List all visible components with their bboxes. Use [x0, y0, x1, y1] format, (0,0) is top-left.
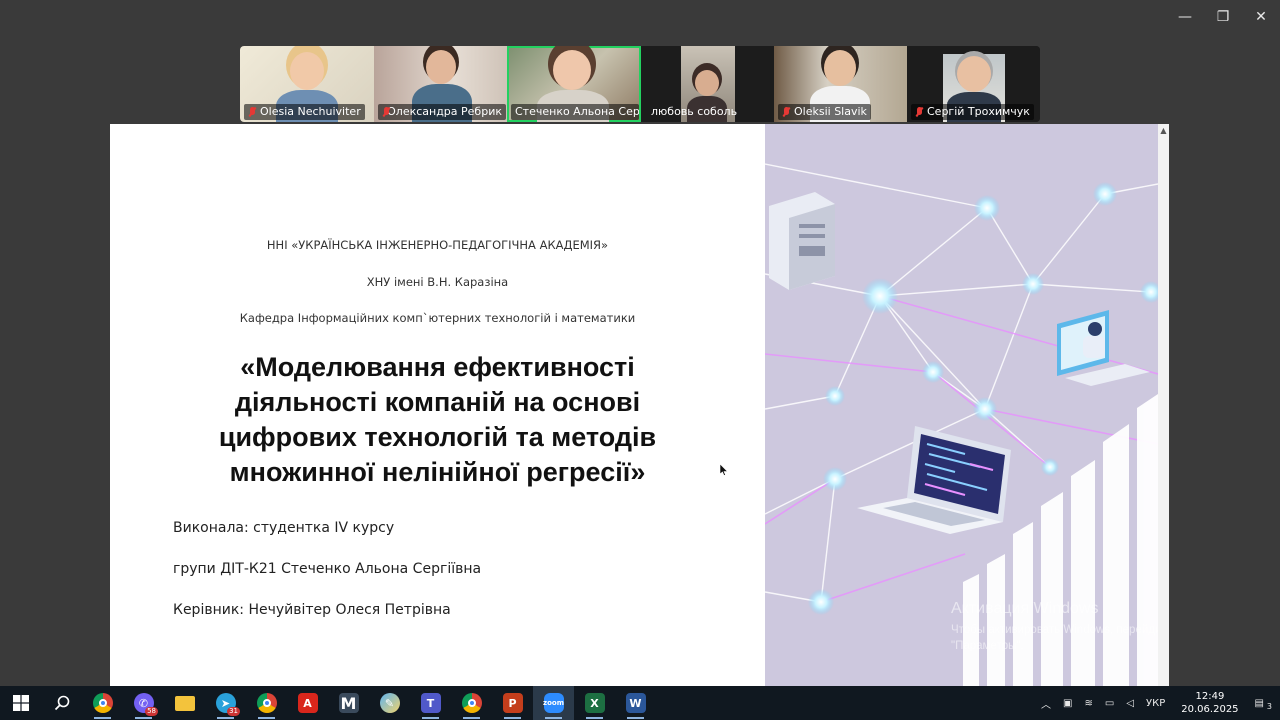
taskbar-chrome-2[interactable]	[246, 686, 287, 720]
taskbar-teams[interactable]: T	[410, 686, 451, 720]
minimize-button[interactable]: —	[1166, 0, 1204, 34]
search-button[interactable]	[41, 686, 82, 720]
participant-tile[interactable]: любовь соболь	[641, 46, 774, 122]
chrome-icon	[461, 693, 482, 713]
institute-line: ННІ «УКРАЇНСЬКА ІНЖЕНЕРНО-ПЕДАГОГІЧНА АК…	[266, 238, 609, 252]
chrome-icon	[256, 693, 277, 713]
taskbar-zoom[interactable]: zoom	[533, 686, 574, 720]
mic-muted-icon	[248, 106, 257, 118]
notification-count: 3	[1266, 701, 1272, 711]
start-button[interactable]	[0, 686, 41, 720]
activation-watermark-text2: "Параметры".	[951, 640, 1024, 652]
supervisor-line: Керівник: Нечуйвітер Олеся Петрівна	[173, 602, 451, 618]
group-line: групи ДІТ-К21 Стеченко Альона Сергіївна	[173, 561, 482, 577]
battery-icon[interactable]: ▭	[1099, 698, 1120, 709]
wifi-icon[interactable]: ≋	[1079, 698, 1099, 709]
folder-icon	[174, 695, 195, 711]
participant-name: Сергій Трохимчук	[911, 104, 1034, 120]
excel-icon: X	[584, 693, 605, 713]
participant-name: любовь соболь	[651, 105, 738, 118]
taskbar-chrome[interactable]	[82, 686, 123, 720]
slide-illustration: Активация Windows Чтобы активировать Win…	[764, 124, 1158, 686]
slide-scrollbar[interactable]: ▲	[1158, 124, 1169, 686]
system-tray: ︿ ▣ ≋ ▭ ◁ УКР 12:49 20.06.2025 ▤ 3	[1035, 686, 1280, 720]
scroll-up-icon[interactable]: ▲	[1159, 126, 1168, 135]
antivirus-icon[interactable]: ▣	[1057, 698, 1078, 709]
mic-muted-icon	[382, 106, 390, 118]
close-button[interactable]: ✕	[1242, 0, 1280, 34]
participant-name: Oleksii Slavik	[778, 104, 871, 120]
chrome-icon	[92, 693, 113, 713]
taskbar-mathcad[interactable]: M	[328, 686, 369, 720]
window-controls: — ❐ ✕	[1166, 0, 1280, 34]
taskbar-chrome-3[interactable]	[451, 686, 492, 720]
pdf-icon: A	[297, 693, 318, 713]
powerpoint-icon: P	[502, 693, 523, 713]
server-icon	[769, 192, 835, 290]
department-line: Кафедра Інформаційних комп`ютерних техно…	[239, 311, 636, 325]
m-app-icon: M	[338, 693, 359, 713]
monitor-person-icon	[1057, 310, 1150, 386]
tray-overflow-icon[interactable]: ︿	[1035, 696, 1057, 711]
taskbar-excel[interactable]: X	[574, 686, 615, 720]
taskbar-paint[interactable]: ✎	[369, 686, 410, 720]
participant-tile[interactable]: Oleksii Slavik	[774, 46, 907, 122]
university-line: ХНУ імені В.Н. Каразіна	[366, 275, 509, 289]
taskbar-explorer[interactable]	[164, 686, 205, 720]
paint-icon: ✎	[379, 693, 400, 713]
mouse-cursor-icon	[720, 464, 728, 476]
taskbar-powerpoint[interactable]: P	[492, 686, 533, 720]
shared-slide: ННІ «УКРАЇНСЬКА ІНЖЕНЕРНО-ПЕДАГОГІЧНА АК…	[110, 124, 1158, 686]
language-indicator[interactable]: УКР	[1140, 698, 1171, 709]
mic-muted-icon	[915, 106, 924, 118]
participant-name: Olesia Nechuiviter	[244, 104, 365, 120]
telegram-badge: 31	[227, 707, 240, 716]
participant-tile-active[interactable]: Стеченко Альона Сергіїв...	[507, 46, 641, 122]
windows-logo-icon	[12, 695, 29, 711]
clock[interactable]: 12:49 20.06.2025	[1171, 690, 1248, 716]
taskbar-viber[interactable]: ✆ 58	[123, 686, 164, 720]
taskbar: ✆ 58 ➤ 31 A M ✎ T P zoom X W ︿ ▣ ≋ ▭ ◁ У…	[0, 686, 1280, 720]
participant-tile[interactable]: Олександра Ребрик	[374, 46, 507, 122]
laptop-code-icon	[857, 426, 1011, 534]
notifications-button[interactable]: ▤ 3	[1249, 697, 1280, 711]
participant-strip: Olesia Nechuiviter Олександра Ребрик Сте…	[240, 46, 1040, 122]
participant-tile[interactable]: Сергій Трохимчук	[907, 46, 1040, 122]
viber-badge: 58	[145, 707, 158, 716]
participant-name: Стеченко Альона Сергіїв...	[511, 104, 639, 120]
zoom-icon: zoom	[543, 693, 564, 713]
slide-title: «Моделювання ефективності діяльності ком…	[218, 352, 657, 487]
taskbar-word[interactable]: W	[615, 686, 656, 720]
slide-text-area: ННІ «УКРАЇНСЬКА ІНЖЕНЕРНО-ПЕДАГОГІЧНА АК…	[110, 124, 765, 686]
participant-tile[interactable]: Olesia Nechuiviter	[240, 46, 374, 122]
mic-muted-icon	[782, 106, 791, 118]
taskbar-acrobat[interactable]: A	[287, 686, 328, 720]
taskbar-telegram[interactable]: ➤ 31	[205, 686, 246, 720]
performer-line: Виконала: студентка IV курсу	[173, 520, 395, 536]
participant-name: Олександра Ребрик	[378, 104, 506, 120]
activation-watermark-title: Активация Windows	[951, 600, 1099, 617]
activation-watermark-text: Чтобы активировать Windows, перейдите в …	[951, 624, 1158, 636]
maximize-button[interactable]: ❐	[1204, 0, 1242, 34]
notification-icon: ▤	[1254, 697, 1264, 709]
word-icon: W	[625, 693, 646, 713]
volume-icon[interactable]: ◁	[1120, 698, 1140, 709]
search-icon	[54, 695, 69, 711]
teams-icon: T	[420, 693, 441, 713]
